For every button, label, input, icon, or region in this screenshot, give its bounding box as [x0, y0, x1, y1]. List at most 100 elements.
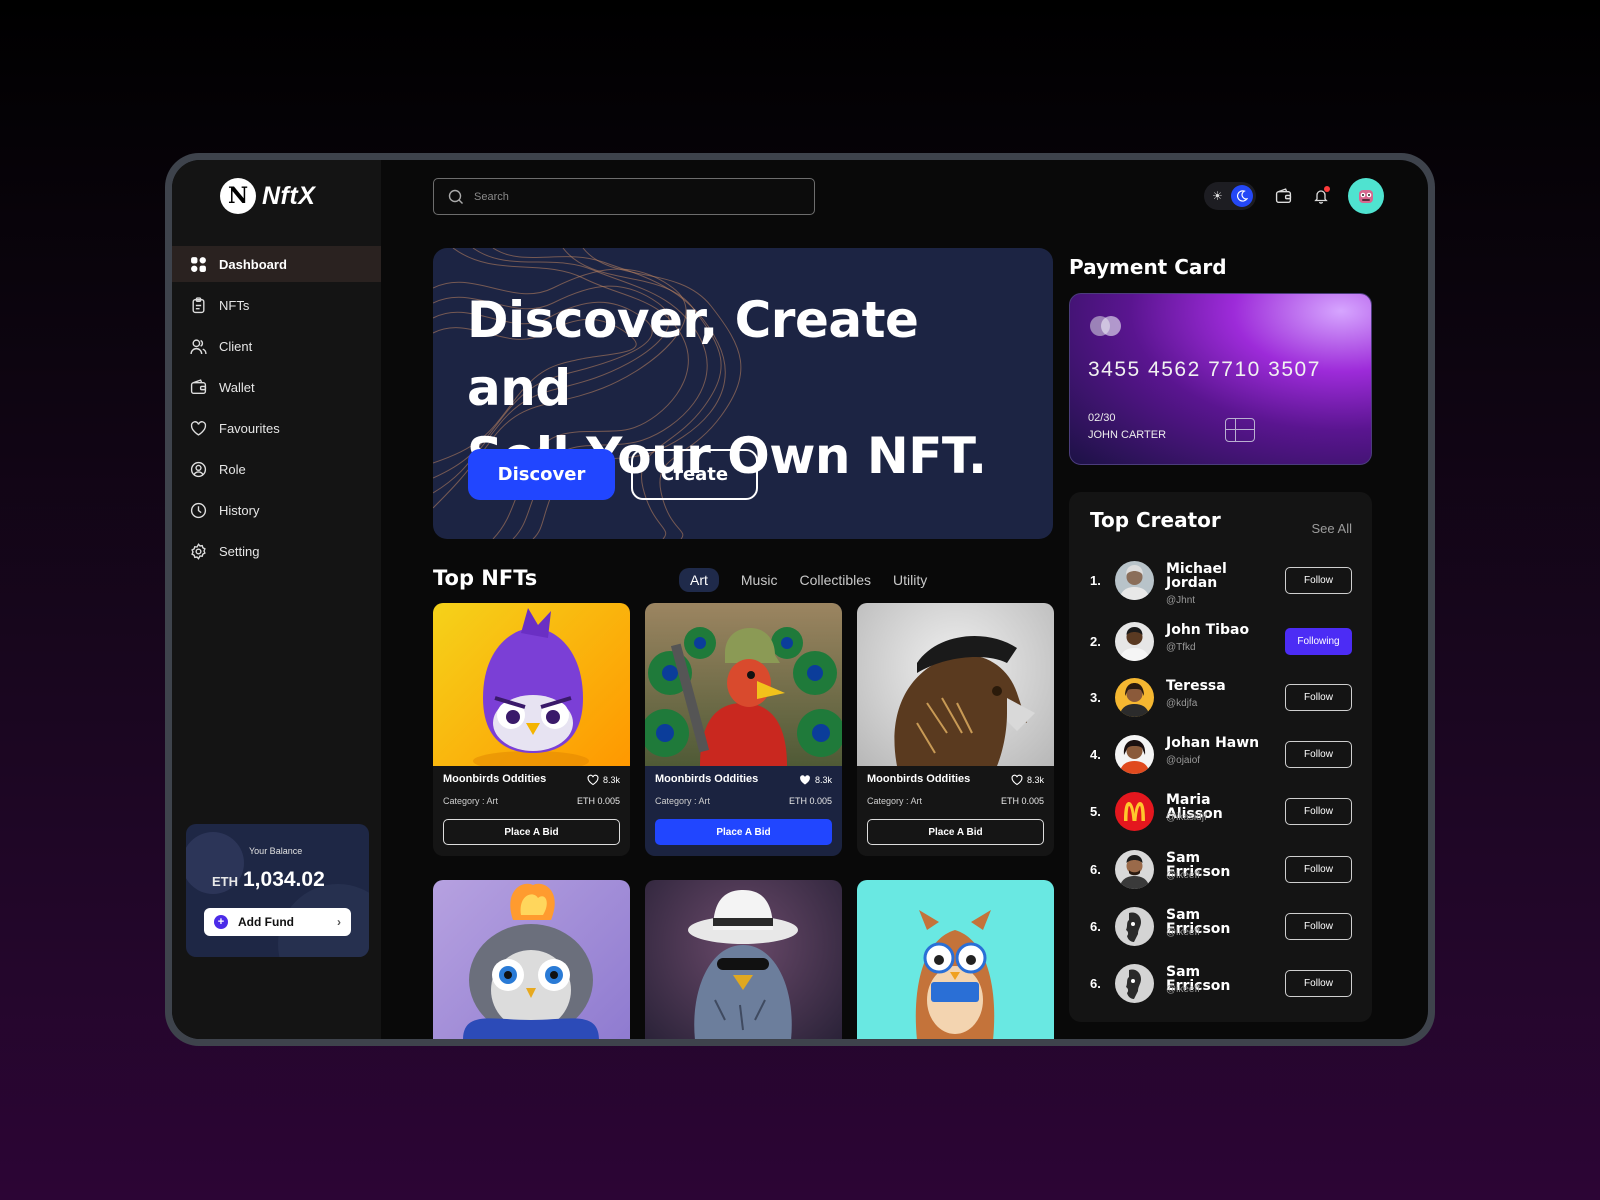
nft-image	[433, 603, 630, 766]
creator-rank: 6.	[1090, 976, 1101, 991]
search-icon	[448, 189, 463, 204]
filter-utility[interactable]: Utility	[893, 572, 927, 588]
sidebar-item-history[interactable]: History	[172, 492, 381, 528]
sidebar-item-setting[interactable]: Setting	[172, 533, 381, 569]
nft-likes[interactable]: 8.3k	[1011, 774, 1044, 786]
nft-likes-count: 8.3k	[1026, 775, 1044, 785]
follow-button[interactable]: Follow	[1285, 798, 1352, 825]
follow-button[interactable]: Follow	[1285, 856, 1352, 883]
see-all-link[interactable]: See All	[1312, 521, 1352, 536]
avatar[interactable]	[1115, 964, 1154, 1003]
nft-card[interactable]: Moonbirds Oddities 8.3k Category : Art E…	[857, 603, 1054, 856]
sidebar-item-dashboard[interactable]: Dashboard	[172, 246, 381, 282]
creator-row: 6. Sam Erricson @ikeeff Follow	[1090, 904, 1352, 950]
creator-row: 5. Maria Alisson @ikasidjf Follow	[1090, 789, 1352, 835]
logo-text: NftX	[262, 181, 316, 210]
nft-likes[interactable]: 8.3k	[587, 774, 620, 786]
theme-toggle[interactable]: ☀	[1204, 182, 1256, 210]
logo[interactable]: N NftX	[220, 178, 315, 214]
search-bar[interactable]	[433, 178, 815, 215]
top-creator-title: Top Creator	[1090, 508, 1221, 532]
nft-image	[688, 890, 798, 1039]
nft-card[interactable]: Moonbirds Oddities 8.3k Category : Art E…	[433, 603, 630, 856]
creator-handle: @ikeeff	[1166, 984, 1200, 995]
filter-collectibles[interactable]: Collectibles	[799, 572, 871, 588]
add-fund-button[interactable]: + Add Fund ›	[204, 908, 351, 936]
card-chip-icon	[1225, 418, 1255, 442]
filter-art[interactable]: Art	[679, 568, 719, 592]
sidebar-item-role[interactable]: Role	[172, 451, 381, 487]
following-button[interactable]: Following	[1285, 628, 1352, 655]
creator-handle: @ojaiof	[1166, 755, 1201, 766]
creator-handle: @ikeeff	[1166, 927, 1200, 938]
avatar[interactable]	[1115, 678, 1154, 717]
search-input[interactable]	[474, 190, 774, 203]
nft-name: Moonbirds Oddities	[443, 773, 547, 785]
nft-card[interactable]: Moonbirds Oddities 8.3k Category : Art E…	[645, 603, 842, 856]
creator-rank: 4.	[1090, 747, 1101, 762]
avatar[interactable]	[1115, 622, 1154, 661]
follow-button[interactable]: Follow	[1285, 567, 1352, 594]
create-button[interactable]: Create	[631, 449, 758, 500]
creator-handle: @kdjfa	[1166, 698, 1198, 709]
filter-music[interactable]: Music	[741, 572, 778, 588]
balance-amount: 1,034.02	[243, 868, 325, 891]
wallet-button[interactable]	[1272, 185, 1294, 207]
wallet-icon	[190, 378, 207, 394]
heart-icon	[190, 420, 207, 436]
creator-handle: @ikeeff	[1166, 870, 1200, 881]
app-screen: N NftX Dashboard NFTs Client Wallet Favo…	[172, 160, 1428, 1039]
place-bid-button[interactable]: Place A Bid	[443, 819, 620, 845]
notification-button[interactable]	[1310, 185, 1332, 207]
place-bid-button[interactable]: Place A Bid	[867, 819, 1044, 845]
clipboard-icon	[192, 296, 205, 313]
follow-button[interactable]: Follow	[1285, 741, 1352, 768]
sidebar-item-favourites[interactable]: Favourites	[172, 410, 381, 446]
notification-dot	[1324, 186, 1330, 192]
follow-button[interactable]: Follow	[1285, 970, 1352, 997]
creator-row: 2. John Tibao @Tfkd Following	[1090, 619, 1352, 665]
mcdonalds-logo-icon[interactable]	[1115, 792, 1154, 831]
hero-banner: Discover, Create and Sell Your Own NFT. …	[433, 248, 1053, 539]
user-avatar[interactable]	[1348, 178, 1384, 214]
nft-image	[857, 603, 1054, 766]
sidebar-item-wallet[interactable]: Wallet	[172, 369, 381, 405]
sidebar-item-nfts[interactable]: NFTs	[172, 287, 381, 323]
device-frame: N NftX Dashboard NFTs Client Wallet Favo…	[165, 153, 1435, 1046]
avatar[interactable]	[1115, 561, 1154, 600]
avatar[interactable]	[1115, 850, 1154, 889]
avatar[interactable]	[1115, 735, 1154, 774]
discover-button[interactable]: Discover	[468, 449, 615, 500]
place-bid-button[interactable]: Place A Bid	[655, 819, 832, 845]
nft-card[interactable]	[645, 880, 842, 1039]
payment-card[interactable]: 3455 4562 7710 3507 02/30 JOHN CARTER	[1069, 293, 1372, 465]
nft-name: Moonbirds Oddities	[867, 773, 971, 785]
creator-rank: 6.	[1090, 919, 1101, 934]
top-creator-panel: Top Creator See All 1. Michael Jordan @J…	[1069, 492, 1372, 1022]
sidebar-item-label: Setting	[219, 543, 260, 559]
sidebar-item-label: Role	[219, 461, 246, 477]
nft-image	[645, 603, 842, 766]
creator-handle: @Jhnt	[1166, 595, 1196, 606]
follow-button[interactable]: Follow	[1285, 684, 1352, 711]
creator-rank: 5.	[1090, 804, 1101, 819]
avatar[interactable]	[1115, 907, 1154, 946]
top-nfts-title: Top NFTs	[433, 566, 538, 590]
follow-button[interactable]: Follow	[1285, 913, 1352, 940]
gear-icon	[191, 542, 206, 560]
user-circle-icon	[190, 461, 207, 477]
sidebar-item-client[interactable]: Client	[172, 328, 381, 364]
nft-category: Category : Art	[867, 796, 923, 806]
nft-name: Moonbirds Oddities	[655, 773, 759, 785]
nft-likes[interactable]: 8.3k	[799, 774, 832, 786]
nft-price: ETH 0.005	[1000, 796, 1044, 806]
nft-card[interactable]	[857, 880, 1054, 1039]
sidebar-item-label: Dashboard	[219, 256, 287, 272]
clock-icon	[190, 502, 207, 518]
sidebar-item-label: Favourites	[219, 420, 280, 436]
nft-card[interactable]	[433, 880, 630, 1039]
hero-title-line: Discover, Create and	[467, 291, 919, 417]
card-number: 3455 4562 7710 3507	[1088, 358, 1321, 381]
top-actions: ☀	[1204, 178, 1384, 214]
creator-row: 3. Teressa @kdjfa Follow	[1090, 675, 1352, 721]
